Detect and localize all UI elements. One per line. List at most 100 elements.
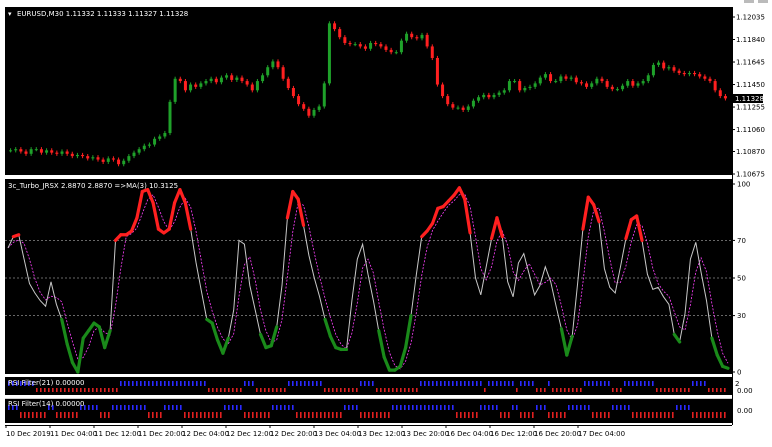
- rsi-21-bar: [112, 388, 114, 392]
- dropdown-arrow-icon[interactable]: ▾: [8, 10, 12, 18]
- candle-body: [178, 78, 182, 82]
- candle-body: [579, 82, 583, 84]
- rsi-21-bar: [80, 388, 82, 392]
- rsi-21-bar: [192, 381, 194, 386]
- rsi-21-bar: [536, 388, 538, 392]
- rsi-21-bar: [404, 388, 406, 392]
- rsi-21-bar: [676, 388, 678, 392]
- rsi-21-bar: [504, 381, 506, 386]
- rsi-21-bar: [240, 388, 242, 392]
- rsi-21-bar: [616, 388, 618, 392]
- candle-body: [703, 76, 707, 79]
- rsi-21-bar: [316, 381, 318, 386]
- rsi-21-bar: [428, 381, 430, 386]
- rsi-14-bar: [36, 412, 38, 418]
- candle-body: [461, 107, 465, 110]
- candle-body: [122, 160, 126, 165]
- rsi-14-bar: [328, 412, 330, 418]
- rsi-21-bar: [432, 381, 434, 386]
- candle-body: [456, 107, 460, 109]
- rsi-14-bar: [404, 405, 406, 410]
- rsi-14-bar: [492, 405, 494, 410]
- rsi-21-bar: [500, 381, 502, 386]
- rsi-14-bar: [648, 412, 650, 418]
- rsi-21-bar: [724, 388, 726, 392]
- rsi-21-bar: [688, 388, 690, 392]
- rsi-14-bar: [688, 405, 690, 410]
- rsi-21-bar: [628, 381, 630, 386]
- rsi-14-bar: [616, 405, 618, 410]
- rsi-21-bar: [680, 388, 682, 392]
- rsi-21-bar: [136, 381, 138, 386]
- candle-body: [435, 57, 439, 85]
- rsi-14-bar: [376, 412, 378, 418]
- rsi-21-bar: [668, 388, 670, 392]
- rsi-14-bar: [516, 405, 518, 410]
- rsi-14-bar: [532, 412, 534, 418]
- rsi-14-bar: [512, 405, 514, 410]
- rsi-14-bar: [160, 412, 162, 418]
- rsi-14-bar: [500, 412, 502, 418]
- candle-body: [281, 67, 285, 79]
- rsi-21-bar: [496, 381, 498, 386]
- rsi-14-bar: [420, 405, 422, 410]
- rsi-14-bar: [120, 405, 122, 410]
- rsi-14-bar: [552, 412, 554, 418]
- rsi-14-bar: [116, 405, 118, 410]
- rsi-filter-14-panel[interactable]: [5, 398, 732, 423]
- rsi-14-bar: [44, 412, 46, 418]
- rsi-21-bar: [456, 381, 458, 386]
- candle-body: [50, 150, 54, 153]
- candle-body: [451, 104, 455, 108]
- rsi-14-bar: [424, 405, 426, 410]
- rsi-21-bar: [460, 381, 462, 386]
- candle-body: [523, 87, 527, 91]
- candle-body: [415, 37, 419, 39]
- candle-body: [19, 149, 23, 152]
- rsi-14-bar: [320, 412, 322, 418]
- rsi-14-bar: [608, 412, 610, 418]
- candle-body: [307, 108, 311, 116]
- rsi-14-bar: [604, 412, 606, 418]
- candle-body: [322, 83, 326, 107]
- rsi-21-bar: [540, 388, 542, 392]
- rsi-21-bar: [644, 381, 646, 386]
- rsi-21-bar: [248, 381, 250, 386]
- rsi-21-bar: [516, 388, 518, 392]
- candle-body: [564, 76, 568, 79]
- rsi-14-bar: [348, 405, 350, 410]
- rsi-21-bar: [684, 388, 686, 392]
- chart-window[interactable]: 1.12035 1.11840 1.11645 1.11450 1.11255 1.110…: [0, 0, 772, 447]
- time-tick-label: 13 Dec 20:00: [402, 430, 449, 438]
- rsi-14-bar: [156, 412, 158, 418]
- chart-svg[interactable]: 1.12035 1.11840 1.11645 1.11450 1.11255 1.110…: [0, 0, 772, 447]
- candle-body: [641, 81, 645, 84]
- rsi-21-bar: [64, 388, 66, 392]
- rsi-14-bar: [700, 412, 702, 418]
- rsi-14-bar: [588, 405, 590, 410]
- rsi-21-bar: [572, 388, 574, 392]
- time-tick-label: 13 Dec 12:00: [358, 430, 405, 438]
- rsi-21-bar: [164, 381, 166, 386]
- price-tick-label: 1.12035: [736, 14, 765, 22]
- candle-body: [9, 150, 13, 152]
- candle-body: [127, 156, 131, 161]
- rsi-21-bar: [544, 388, 546, 392]
- rsi-14-bar: [248, 412, 250, 418]
- candle-body: [718, 90, 722, 97]
- price-tick-label: 1.10675: [736, 171, 765, 179]
- rsi-21-bar: [180, 381, 182, 386]
- candle-body: [235, 77, 239, 80]
- candle-body: [693, 72, 697, 75]
- rsi-21-bar: [120, 381, 122, 386]
- candle-body: [117, 159, 121, 165]
- rsi-14-bar: [712, 412, 714, 418]
- rsi-14-bar: [380, 412, 382, 418]
- rsi-14-bar: [412, 405, 414, 410]
- candle-body: [672, 67, 676, 71]
- rsi-14-bar: [440, 405, 442, 410]
- rsi-14-bar: [300, 412, 302, 418]
- rsi-14-bar: [252, 412, 254, 418]
- candle-body: [651, 64, 655, 76]
- rsi-14-bar: [272, 405, 274, 410]
